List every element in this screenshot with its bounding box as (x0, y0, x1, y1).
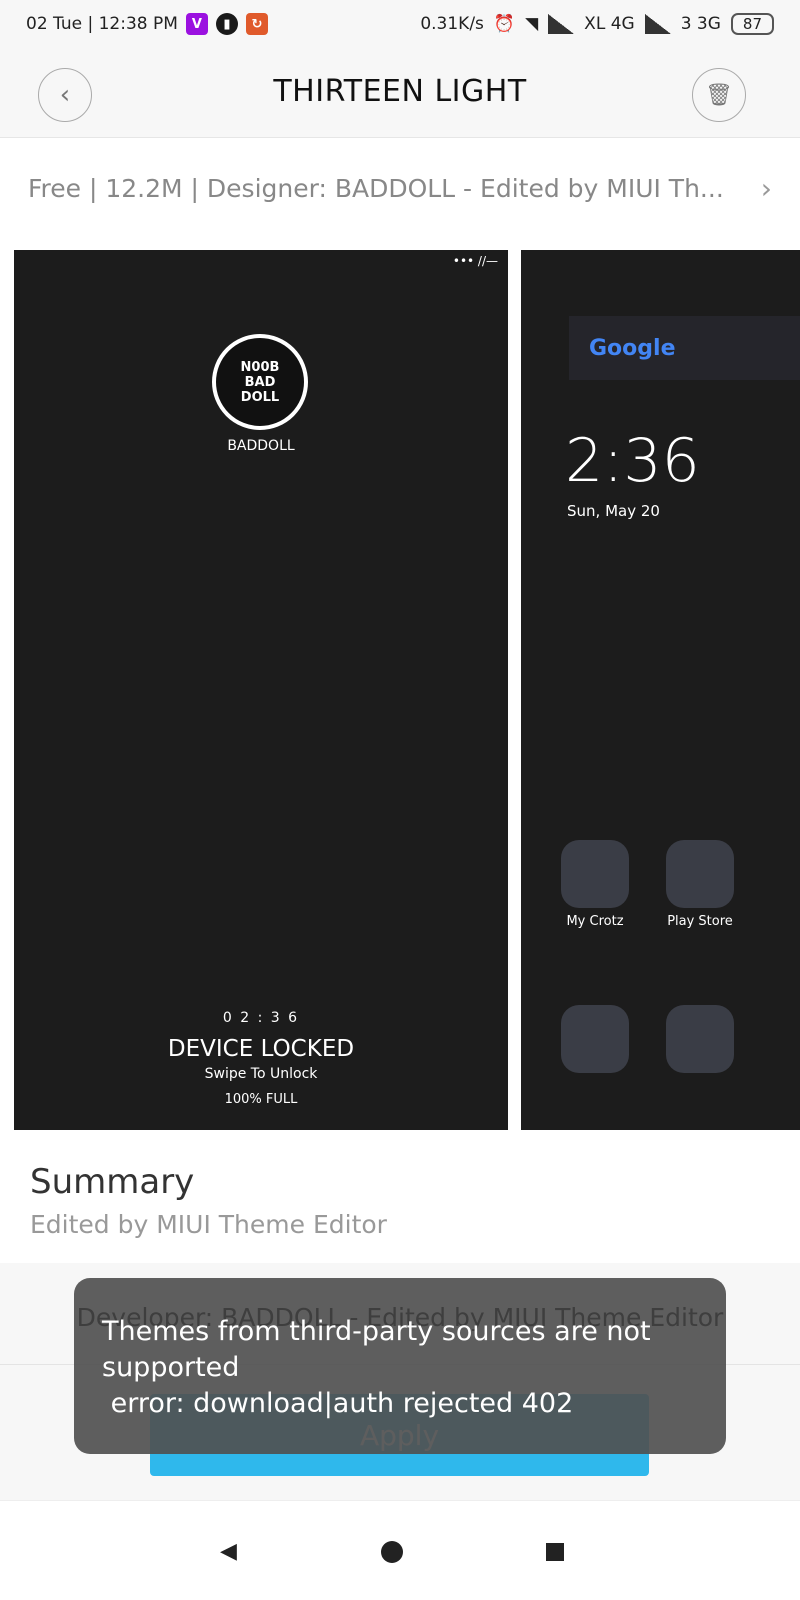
wifi-icon: ◥ (525, 14, 539, 34)
nav-recents-button[interactable] (546, 1543, 564, 1561)
home-clock: 2:36 (565, 426, 700, 496)
nav-back-button[interactable]: ◀ (220, 1539, 237, 1564)
sync-app-icon: ↻ (245, 13, 268, 35)
status-time: 02 Tue | 12:38 PM (26, 14, 178, 34)
viber-icon: V (185, 13, 208, 35)
summary-heading: Summary (30, 1162, 195, 1202)
lock-status: DEVICE LOCKED (167, 1036, 355, 1062)
net-speed: 0.31K/s (420, 14, 484, 34)
header: ‹ THIRTEEN LIGHT 🗑 (0, 48, 800, 138)
alarm-icon: ⏰ (493, 14, 516, 34)
avatar: N00B BAD DOLL (212, 334, 308, 430)
signal-icon (548, 14, 575, 34)
theme-info-text: Free | 12.2M | Designer: BADDOLL - Edite… (28, 173, 724, 203)
preview-status: ••• //— (452, 254, 498, 268)
navigation-bar: ◀ (0, 1500, 800, 1600)
sim1-label: XL 4G (584, 14, 635, 34)
browser-app-icon (666, 1005, 734, 1073)
lockscreen-preview[interactable]: ••• //— N00B BAD DOLL BADDOLL 0 2 : 3 6 … (14, 250, 508, 1130)
chevron-right-icon: › (760, 171, 772, 205)
signal-icon (644, 14, 671, 34)
preview-carousel[interactable]: ••• //— N00B BAD DOLL BADDOLL 0 2 : 3 6 … (0, 238, 800, 1138)
lock-swipe-hint: Swipe To Unlock (204, 1066, 318, 1082)
page-title: THIRTEEN LIGHT (273, 74, 527, 109)
app-label: My Crotz (566, 914, 624, 929)
avatar-badge: N00B BAD DOLL (240, 359, 280, 405)
summary-section: Summary Edited by MIUI Theme Editor (0, 1138, 800, 1263)
lock-battery: 100% FULL (224, 1092, 298, 1107)
battery-indicator: 87 (730, 13, 774, 35)
phone-app-icon (561, 1005, 629, 1073)
homescreen-preview[interactable]: Google 2:36 Sun, May 20 My Crotz Play St… (521, 250, 800, 1130)
play-store-icon (666, 840, 734, 908)
trash-icon: 🗑 (705, 82, 733, 108)
home-date: Sun, May 20 (567, 502, 660, 520)
my-crotz-icon (561, 840, 629, 908)
lock-time: 0 2 : 3 6 (222, 1010, 300, 1026)
google-search-widget: Google (569, 316, 800, 380)
sim2-label: 3 3G (680, 14, 721, 34)
toast-error: error: download|auth rejected 402 (102, 1388, 574, 1419)
app-label: Play Store (667, 914, 733, 929)
nav-home-button[interactable] (381, 1541, 403, 1563)
toast-message: Themes from third-party sources are not … (102, 1316, 651, 1383)
lock-username: BADDOLL (227, 438, 295, 454)
status-bar: 02 Tue | 12:38 PM V ▮ ↻ 0.31K/s ⏰ ◥ XL 4… (0, 0, 800, 48)
delete-button[interactable]: 🗑 (692, 68, 746, 122)
google-logo: Google (589, 336, 676, 361)
theme-info-row[interactable]: Free | 12.2M | Designer: BADDOLL - Edite… (0, 138, 800, 238)
music-app-icon: ▮ (215, 13, 238, 35)
summary-text: Edited by MIUI Theme Editor (30, 1210, 387, 1239)
